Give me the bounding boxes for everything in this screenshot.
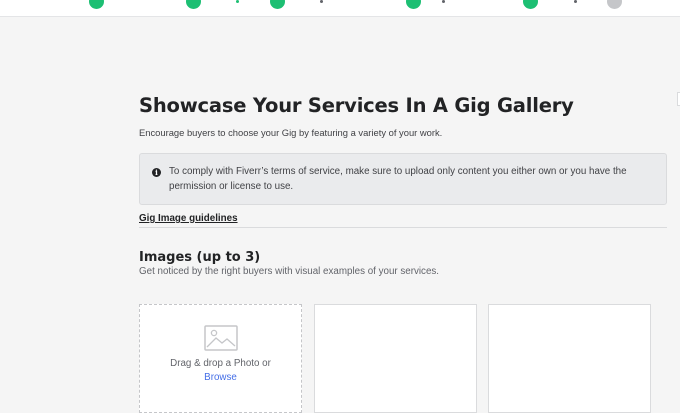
images-section-title: Images (up to 3): [139, 250, 261, 265]
step-completed-icon[interactable]: [186, 0, 201, 9]
info-icon: i: [152, 168, 161, 177]
step-pending-icon[interactable]: [607, 0, 622, 9]
image-upload-slot[interactable]: [488, 304, 651, 413]
step-progress-bar: [0, 0, 680, 17]
step-completed-icon[interactable]: [406, 0, 421, 9]
step-label-fragment: [236, 0, 239, 3]
page-subtitle: Encourage buyers to choose your Gig by f…: [139, 127, 443, 138]
images-section-description: Get noticed by the right buyers with vis…: [139, 266, 440, 277]
gig-image-guidelines-link[interactable]: Gig Image guidelines: [139, 213, 238, 224]
step-completed-icon[interactable]: [523, 0, 538, 9]
divider: [139, 227, 667, 228]
step-completed-icon[interactable]: [89, 0, 104, 9]
browse-link[interactable]: Browse: [140, 372, 301, 383]
step-completed-icon[interactable]: [270, 0, 285, 9]
terms-notice: i To comply with Fiverr’s terms of servi…: [139, 153, 667, 205]
step-label-fragment: [320, 0, 323, 3]
notice-text: To comply with Fiverr’s terms of service…: [169, 166, 627, 192]
drop-instruction: Drag & drop a Photo or: [170, 358, 271, 369]
step-label-fragment: [442, 0, 445, 3]
step-label-fragment: [574, 0, 577, 3]
page-title: Showcase Your Services In A Gig Gallery: [139, 94, 574, 117]
photo-icon: [204, 325, 238, 351]
image-upload-slot[interactable]: [314, 304, 477, 413]
image-upload-dropzone[interactable]: Drag & drop a Photo or Browse: [139, 304, 302, 413]
